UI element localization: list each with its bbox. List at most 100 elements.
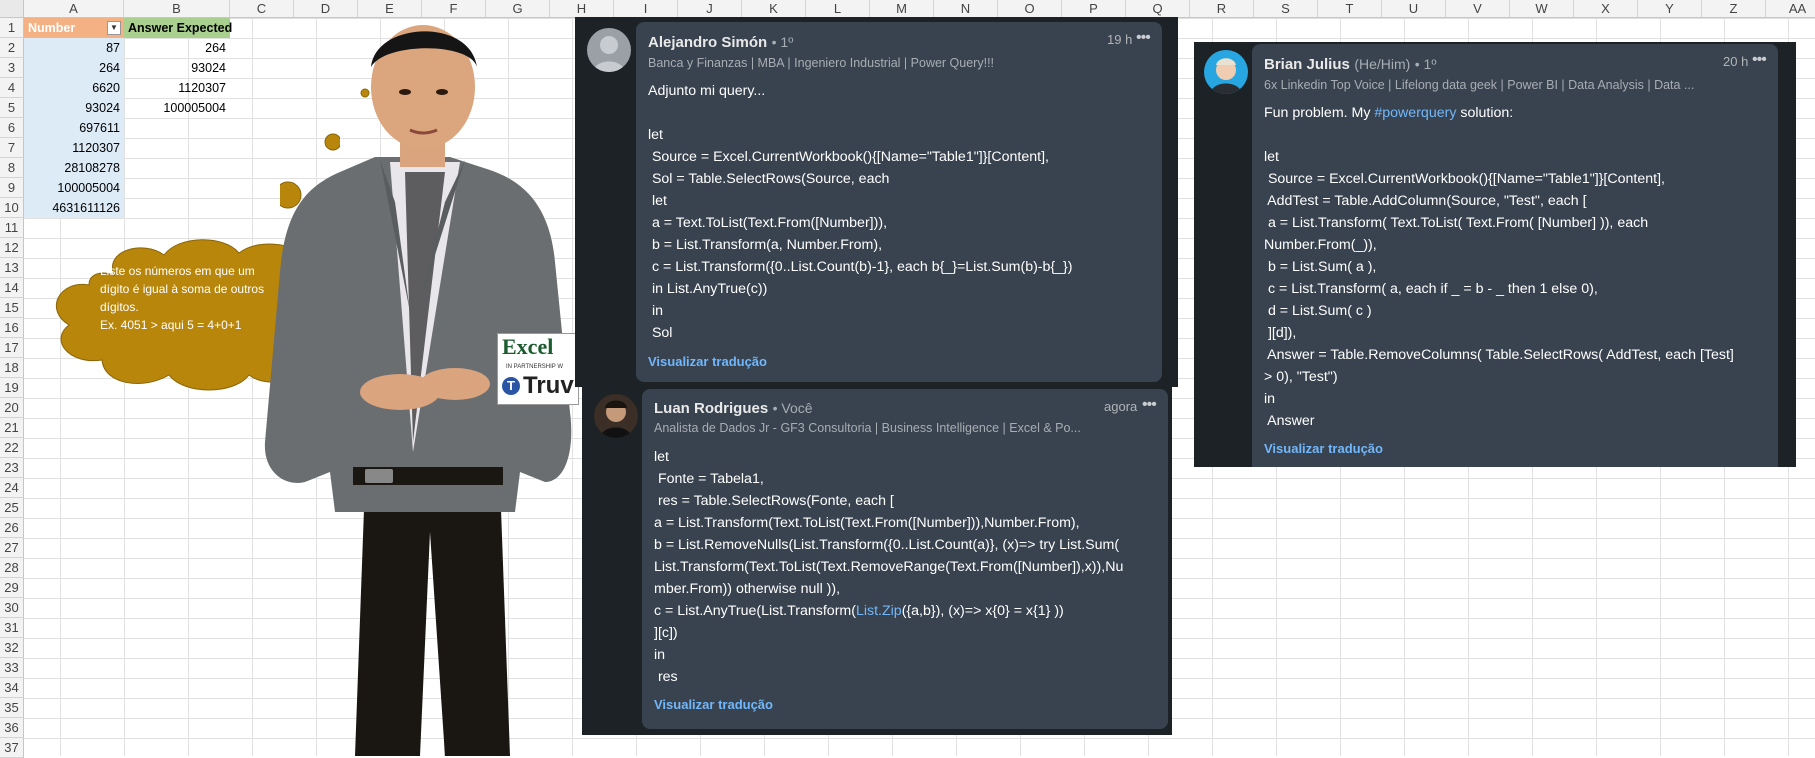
more-options-icon[interactable]: ••• — [1752, 51, 1767, 69]
row-header[interactable]: 7 — [0, 138, 24, 158]
number-cell[interactable]: 87 — [24, 38, 124, 58]
column-header[interactable]: Q — [1126, 0, 1190, 18]
column-header[interactable]: V — [1446, 0, 1510, 18]
column-header[interactable]: A — [24, 0, 124, 18]
select-all-corner[interactable] — [0, 0, 24, 18]
row-header[interactable]: 32 — [0, 638, 24, 658]
column-header[interactable]: X — [1574, 0, 1638, 18]
row-header[interactable]: 33 — [0, 658, 24, 678]
avatar[interactable] — [1204, 50, 1248, 94]
row-header[interactable]: 27 — [0, 538, 24, 558]
row-header[interactable]: 3 — [0, 58, 24, 78]
column-header[interactable]: O — [998, 0, 1062, 18]
column-header[interactable]: Y — [1638, 0, 1702, 18]
column-header[interactable]: W — [1510, 0, 1574, 18]
row-header[interactable]: 25 — [0, 498, 24, 518]
comment-body: let Fonte = Tabela1, res = Table.SelectR… — [654, 446, 1164, 688]
more-options-icon[interactable]: ••• — [1142, 396, 1157, 414]
row-header[interactable]: 36 — [0, 718, 24, 738]
column-header[interactable]: P — [1062, 0, 1126, 18]
list-zip-link[interactable]: List.Zip — [856, 603, 902, 619]
row-header[interactable]: 16 — [0, 318, 24, 338]
column-header[interactable]: T — [1318, 0, 1382, 18]
column-header[interactable]: R — [1190, 0, 1254, 18]
row-header[interactable]: 14 — [0, 278, 24, 298]
row-header[interactable]: 23 — [0, 458, 24, 478]
row-header[interactable]: 31 — [0, 618, 24, 638]
row-header[interactable]: 11 — [0, 218, 24, 238]
number-cell[interactable]: 100005004 — [24, 178, 124, 198]
row-header[interactable]: 15 — [0, 298, 24, 318]
translate-link[interactable]: Visualizar tradução — [1264, 441, 1383, 456]
row-header[interactable]: 17 — [0, 338, 24, 358]
row-header[interactable]: 12 — [0, 238, 24, 258]
expected-cell[interactable]: 264 — [124, 38, 230, 58]
number-cell[interactable]: 264 — [24, 58, 124, 78]
code-line: in List.AnyTrue(c)) — [648, 281, 768, 297]
row-header[interactable]: 30 — [0, 598, 24, 618]
row-header[interactable]: 9 — [0, 178, 24, 198]
number-cell[interactable]: 4631611126 — [24, 198, 124, 218]
column-header[interactable]: M — [870, 0, 934, 18]
row-header[interactable]: 22 — [0, 438, 24, 458]
number-cell[interactable]: 1120307 — [24, 138, 124, 158]
filter-dropdown-icon[interactable]: ▼ — [107, 21, 121, 35]
row-header[interactable]: 29 — [0, 578, 24, 598]
expected-cell[interactable]: 1120307 — [124, 78, 230, 98]
row-header[interactable]: 2 — [0, 38, 24, 58]
avatar[interactable] — [594, 394, 638, 438]
number-cell[interactable]: 697611 — [24, 118, 124, 138]
row-header[interactable]: 18 — [0, 358, 24, 378]
row-header[interactable]: 6 — [0, 118, 24, 138]
row-header[interactable]: 34 — [0, 678, 24, 698]
logo-partner-name: Truv — [523, 372, 574, 399]
column-header[interactable]: N — [934, 0, 998, 18]
translate-link[interactable]: Visualizar tradução — [648, 354, 767, 369]
row-header[interactable]: 35 — [0, 698, 24, 718]
column-header[interactable]: I — [614, 0, 678, 18]
more-options-icon[interactable]: ••• — [1136, 29, 1151, 47]
code-line: List.Transform(Text.ToList(Text.RemoveRa… — [654, 559, 1124, 575]
row-header[interactable]: 19 — [0, 378, 24, 398]
avatar[interactable] — [587, 28, 631, 72]
row-header[interactable]: 4 — [0, 78, 24, 98]
commenter-name[interactable]: Alejandro Simón — [648, 34, 767, 51]
code-line: in — [648, 303, 663, 319]
commenter-name[interactable]: Brian Julius — [1264, 56, 1350, 73]
column-header[interactable]: K — [742, 0, 806, 18]
row-header[interactable]: 37 — [0, 738, 24, 758]
number-cell[interactable]: 93024 — [24, 98, 124, 118]
row-header[interactable]: 1 — [0, 18, 24, 38]
code-line: Fonte = Tabela1, — [654, 471, 764, 487]
translate-link[interactable]: Visualizar tradução — [654, 697, 773, 712]
column-header[interactable]: L — [806, 0, 870, 18]
row-header[interactable]: 13 — [0, 258, 24, 278]
code-line: let — [654, 449, 669, 465]
row-header[interactable]: 10 — [0, 198, 24, 218]
expected-cell[interactable]: 100005004 — [124, 98, 230, 118]
column-header[interactable]: S — [1254, 0, 1318, 18]
row-header[interactable]: 24 — [0, 478, 24, 498]
row-header[interactable]: 26 — [0, 518, 24, 538]
expected-cell[interactable]: 93024 — [124, 58, 230, 78]
commenter-name[interactable]: Luan Rodrigues — [654, 400, 768, 417]
row-header[interactable]: 20 — [0, 398, 24, 418]
code-line: Answer — [1264, 413, 1315, 429]
comment-time: agora — [1104, 399, 1138, 414]
code-line: d = List.Sum( c ) — [1264, 303, 1372, 319]
code-line: Number.From(_)), — [1264, 237, 1377, 253]
row-header[interactable]: 21 — [0, 418, 24, 438]
number-cell[interactable]: 28108278 — [24, 158, 124, 178]
number-cell[interactable]: 6620 — [24, 78, 124, 98]
column-header[interactable]: U — [1382, 0, 1446, 18]
hashtag-link[interactable]: #powerquery — [1374, 105, 1456, 121]
column-header[interactable]: J — [678, 0, 742, 18]
column-header[interactable]: B — [124, 0, 230, 18]
header-expected-cell[interactable]: Answer Expected — [124, 18, 232, 38]
row-header[interactable]: 8 — [0, 158, 24, 178]
row-header[interactable]: 28 — [0, 558, 24, 578]
column-header[interactable]: Z — [1702, 0, 1766, 18]
logo-partner: IN PARTNERSHIP W — [506, 364, 564, 370]
column-header[interactable]: AA — [1766, 0, 1815, 18]
row-header[interactable]: 5 — [0, 98, 24, 118]
